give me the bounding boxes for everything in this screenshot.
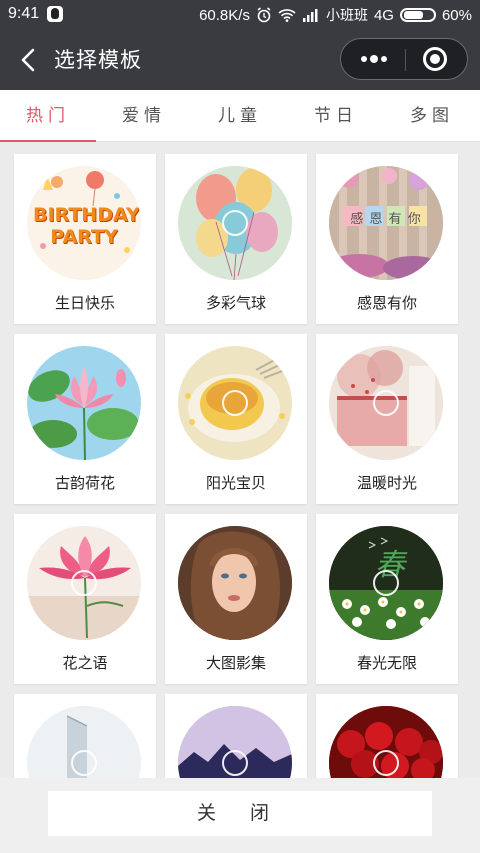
category-tabs: 热门 爱情 儿童 节日 多图 <box>0 90 480 142</box>
spring-thumbnail: 春 <box>329 526 443 640</box>
template-card-lotus[interactable]: 古韵荷花 <box>14 334 156 504</box>
big-photo-album-thumbnail <box>178 526 292 640</box>
tab-multi-photo[interactable]: 多图 <box>384 90 480 141</box>
page-title: 选择模板 <box>54 48 142 72</box>
birthday-thumbnail: BIRTHDAY PARTY <box>27 166 141 280</box>
birthday-thumb-text: BIRTHDAY PARTY <box>33 204 140 248</box>
close-miniprogram-icon[interactable] <box>423 47 447 71</box>
carrier-name: 小班班 <box>325 8 368 24</box>
lotus-thumbnail <box>27 346 141 460</box>
template-grid: BIRTHDAY PARTY 生日快乐 多彩气球 感 恩 有 你 感恩有你 古韵… <box>0 142 480 778</box>
template-label: 大图影集 <box>205 654 266 672</box>
tab-hot[interactable]: 热门 <box>0 90 96 142</box>
template-label: 生日快乐 <box>54 294 115 312</box>
template-card-spring[interactable]: 春 春光无限 <box>316 514 458 684</box>
sunshine-thumbnail <box>178 346 292 460</box>
template-card-sunshine[interactable]: 阳光宝贝 <box>165 334 307 504</box>
template-card-row4-2[interactable] <box>165 694 307 778</box>
tab-love[interactable]: 爱情 <box>96 90 192 141</box>
row4-thumbnail-3 <box>329 706 443 778</box>
battery-icon <box>399 8 436 22</box>
warm-time-thumbnail <box>329 346 443 460</box>
template-card-gratitude[interactable]: 感 恩 有 你 感恩有你 <box>316 154 458 324</box>
signal-icon <box>302 9 318 22</box>
tab-holiday[interactable]: 节日 <box>288 90 384 141</box>
template-card-birthday[interactable]: BIRTHDAY PARTY 生日快乐 <box>14 154 156 324</box>
template-card-row4-3[interactable] <box>316 694 458 778</box>
footer: 关 闭 <box>0 778 480 853</box>
status-bar: 9:41 60.8K/s 小班班 4G 60% <box>0 0 480 30</box>
gratitude-thumbnail: 感 恩 有 你 <box>329 166 443 280</box>
template-label: 感恩有你 <box>356 294 417 312</box>
network-speed: 60.8K/s <box>199 6 250 24</box>
template-card-big-photo-album[interactable]: 大图影集 <box>165 514 307 684</box>
template-card-row4-1[interactable] <box>14 694 156 778</box>
more-icon[interactable] <box>357 52 389 66</box>
alarm-icon <box>257 7 271 23</box>
gratitude-thumb-text: 感 恩 有 你 <box>350 212 422 227</box>
row4-thumbnail-1 <box>27 706 141 778</box>
template-label: 多彩气球 <box>205 294 266 312</box>
template-label: 阳光宝贝 <box>205 474 266 492</box>
template-card-flower-language[interactable]: 花之语 <box>14 514 156 684</box>
miniprogram-capsule <box>340 38 468 80</box>
battery-percent: 60% <box>441 6 472 24</box>
nav-bar: 选择模板 <box>0 30 480 90</box>
template-card-balloons[interactable]: 多彩气球 <box>165 154 307 324</box>
status-time: 9:41 <box>8 5 40 22</box>
close-button[interactable]: 关 闭 <box>48 791 432 836</box>
flower-language-thumbnail <box>27 526 141 640</box>
tab-kids[interactable]: 儿童 <box>192 90 288 141</box>
wifi-icon <box>278 9 296 22</box>
back-arrow-icon[interactable] <box>18 48 40 72</box>
template-label: 古韵荷花 <box>54 474 115 492</box>
template-label: 温暖时光 <box>356 474 417 492</box>
template-card-warm-time[interactable]: 温暖时光 <box>316 334 458 504</box>
template-label: 花之语 <box>62 654 108 672</box>
row4-thumbnail-2 <box>178 706 292 778</box>
network-type: 4G <box>373 6 394 24</box>
template-label: 春光无限 <box>356 654 417 672</box>
balloons-thumbnail <box>178 166 292 280</box>
qq-notification-icon <box>47 6 64 22</box>
